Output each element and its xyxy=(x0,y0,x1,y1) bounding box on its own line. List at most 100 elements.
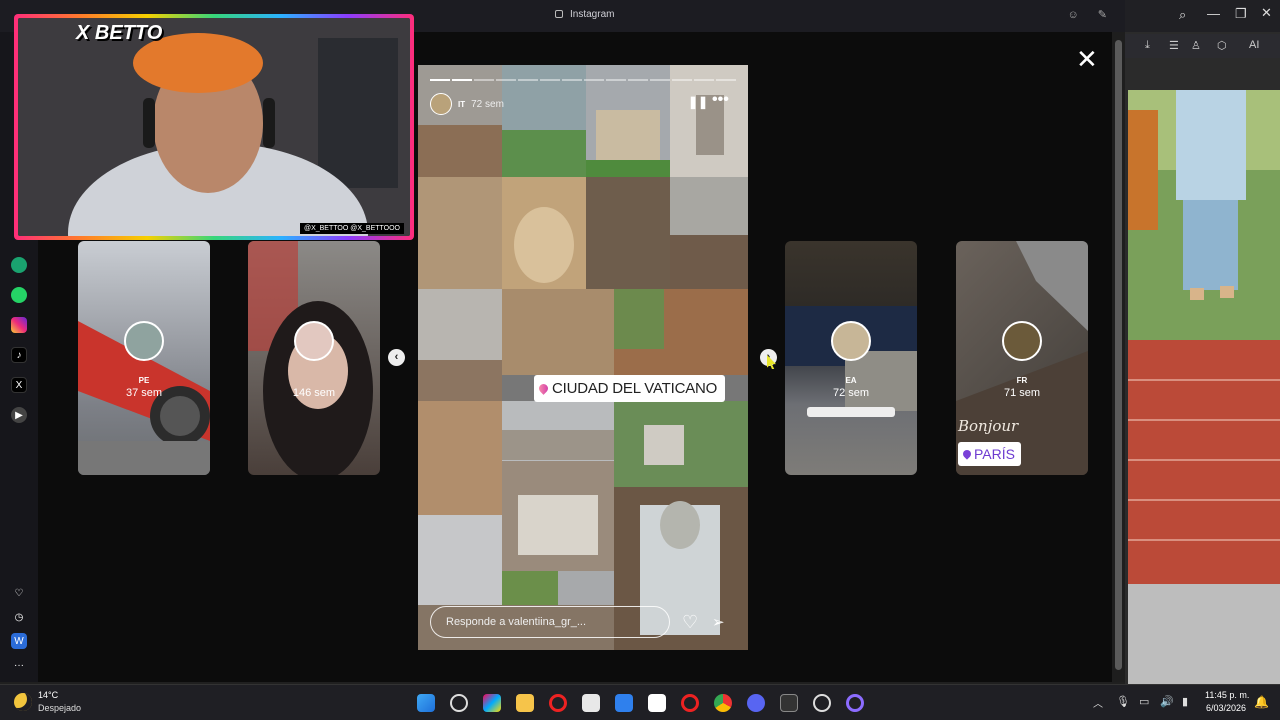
progress-segment xyxy=(584,79,604,81)
location-label: CIUDAD DEL VATICANO xyxy=(552,380,718,397)
preview-age: 72 sem xyxy=(832,387,870,399)
x-icon[interactable]: X xyxy=(11,377,27,393)
folder-icon[interactable] xyxy=(516,694,534,712)
more-icon[interactable]: ··· xyxy=(11,657,27,673)
page-actions[interactable]: ☺ ✎ xyxy=(1067,8,1115,21)
story-avatar xyxy=(1002,321,1042,361)
location-sticker[interactable]: CIUDAD DEL VATICANO xyxy=(534,375,726,402)
preview-age: 71 sem xyxy=(1003,387,1041,399)
vatican-collage-image xyxy=(418,65,748,650)
start-icon[interactable] xyxy=(417,694,435,712)
progress-segment xyxy=(452,79,472,81)
story-header: IT 72 sem xyxy=(430,93,504,115)
story-avatar xyxy=(294,321,334,361)
chrome-icon[interactable] xyxy=(714,694,732,712)
story-text: Bonjour xyxy=(958,417,1019,435)
story-avatar[interactable] xyxy=(430,93,452,115)
preview-user-code: FR xyxy=(1016,376,1028,385)
network-icon[interactable]: ▭ xyxy=(1139,695,1149,708)
previous-story-button[interactable]: ‹ xyxy=(388,349,405,366)
story-preview-2[interactable]: 146 sem xyxy=(248,241,380,475)
moon-icon xyxy=(14,693,32,711)
menu-icon[interactable]: ☰ xyxy=(1169,39,1179,52)
close-icon[interactable]: ✕ xyxy=(1076,46,1098,72)
pin-icon xyxy=(961,448,973,460)
obs-icon[interactable] xyxy=(813,694,831,712)
more-icon[interactable]: ••• xyxy=(712,91,729,109)
search-icon[interactable] xyxy=(450,694,468,712)
heart-icon[interactable]: ♡ xyxy=(11,585,27,601)
extension-icon[interactable]: ⬡ xyxy=(1217,39,1227,52)
heart-icon[interactable]: ♡ xyxy=(682,612,698,633)
progress-segment xyxy=(496,79,516,81)
lock-icon xyxy=(555,10,563,18)
pause-icon[interactable]: ❚❚ xyxy=(688,95,708,109)
history-icon[interactable]: ◷ xyxy=(11,609,27,625)
progress-segment xyxy=(430,79,450,81)
story-preview-ea[interactable]: EA 72 sem xyxy=(785,241,917,475)
story-preview-fr[interactable]: FR 71 sem Bonjour PARÍS xyxy=(956,241,1088,475)
discord-icon[interactable] xyxy=(747,694,765,712)
preview-user-code: PE xyxy=(138,376,150,385)
minimize-icon[interactable]: — xyxy=(1207,6,1220,21)
story-preview-pe[interactable]: PE 37 sem xyxy=(78,241,210,475)
progress-segment xyxy=(606,79,626,81)
weather-temperature[interactable]: 14°C xyxy=(38,690,58,700)
second-window-toolbar: ⤓ ☰ ♙ ⬡ AI xyxy=(1125,34,1280,58)
word-icon[interactable]: W xyxy=(11,633,27,649)
progress-segment xyxy=(716,79,736,81)
chatgpt-icon[interactable] xyxy=(11,257,27,273)
clock-time[interactable]: 11:45 p. m. xyxy=(1205,690,1249,700)
todo-icon[interactable] xyxy=(615,694,633,712)
reply-input[interactable]: Responde a valentiina_gr_... xyxy=(430,606,670,638)
tiktok-icon[interactable]: ♪ xyxy=(11,347,27,363)
second-window-titlebar: ⌕ — ❐ ✕ xyxy=(1125,0,1280,32)
webcam-overlay: X BETTO @X_BETTOO @X_BETTOOO xyxy=(14,14,414,240)
story-age: 72 sem xyxy=(471,98,504,110)
weather-description[interactable]: Despejado xyxy=(38,703,81,713)
whatsapp-icon[interactable] xyxy=(11,287,27,303)
progress-segment xyxy=(540,79,560,81)
streamer-camera-image xyxy=(18,18,410,236)
instagram-icon[interactable] xyxy=(11,317,27,333)
search-icon[interactable]: ⌕ xyxy=(1179,7,1186,23)
preview-age: 37 sem xyxy=(125,387,163,399)
opera-icon[interactable] xyxy=(549,694,567,712)
chevron-up-icon[interactable]: ︿ xyxy=(1093,695,1103,710)
scrollbar-thumb[interactable] xyxy=(1115,40,1122,670)
progress-segment xyxy=(562,79,582,81)
download-icon[interactable]: ⤓ xyxy=(1145,39,1150,52)
taskbar: 14°C Despejado ︿ 🎙 ▭ 🔊 ▮ 11:45 p. m. 6/0… xyxy=(0,684,1280,720)
preview-user-code: EA xyxy=(845,376,857,385)
ai-button[interactable]: AI xyxy=(1249,39,1259,51)
progress-segment xyxy=(474,79,494,81)
story-avatar xyxy=(831,321,871,361)
maximize-icon[interactable]: ❐ xyxy=(1235,6,1247,22)
progress-segment xyxy=(650,79,670,81)
capcut-icon[interactable] xyxy=(780,694,798,712)
progress-segment xyxy=(518,79,538,81)
stream-title: X BETTO xyxy=(76,22,163,44)
microphone-icon[interactable]: 🎙 xyxy=(1116,695,1130,708)
notification-icon[interactable]: 🔔 xyxy=(1254,695,1269,709)
progress-segment xyxy=(694,79,714,81)
preview-age: 146 sem xyxy=(292,387,336,399)
battery-icon[interactable]: ▮ xyxy=(1182,695,1188,708)
opera-gx-icon[interactable] xyxy=(681,694,699,712)
pin-icon xyxy=(537,382,550,395)
social-handles: @X_BETTOO @X_BETTOOO xyxy=(299,223,404,234)
page-title: Instagram xyxy=(570,9,615,20)
send-icon[interactable]: ➢ xyxy=(712,613,725,631)
story-main[interactable]: IT 72 sem ❚❚ ••• CIUDAD DEL VATICANO Res… xyxy=(418,65,748,650)
mural-painting-image xyxy=(1128,90,1280,684)
notion-icon[interactable] xyxy=(648,694,666,712)
volume-icon[interactable]: 🔊 xyxy=(1160,695,1174,708)
copilot-icon[interactable] xyxy=(483,694,501,712)
location-sticker: PARÍS xyxy=(958,442,1021,466)
assistant-icon[interactable] xyxy=(846,694,864,712)
profile-icon[interactable]: ♙ xyxy=(1191,39,1201,52)
close-window-icon[interactable]: ✕ xyxy=(1261,5,1272,21)
player-icon[interactable]: ▶ xyxy=(11,407,27,423)
clock-date[interactable]: 6/03/2026 xyxy=(1206,703,1246,713)
store-icon[interactable] xyxy=(582,694,600,712)
